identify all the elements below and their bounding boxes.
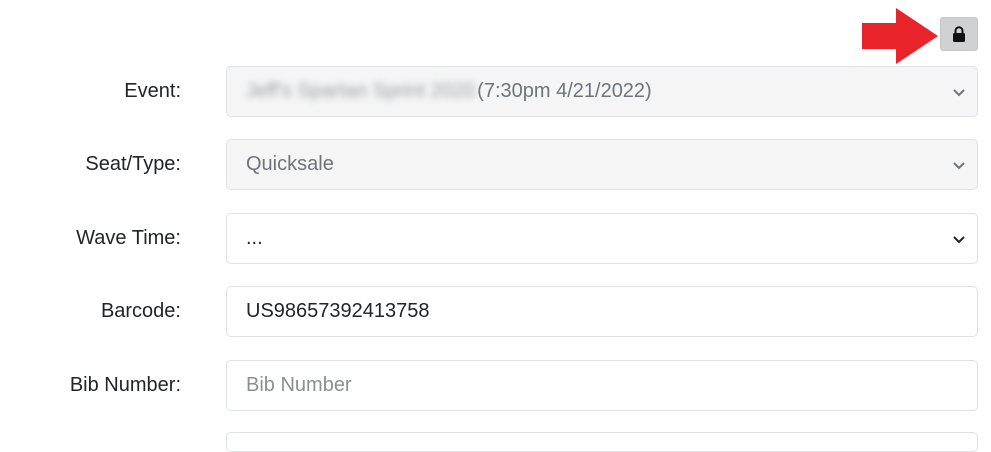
event-time: (7:30pm 4/21/2022) [477,80,652,102]
bib-number-row: Bib Number: Bib Number [0,360,991,411]
barcode-input[interactable]: US98657392413758 [226,286,978,337]
chevron-down-icon [953,161,965,169]
bib-number-input[interactable]: Bib Number [226,360,978,411]
seat-type-select[interactable]: Quicksale [226,139,978,190]
red-arrow-indicator [862,8,938,64]
chevron-down-icon [953,88,965,96]
event-select[interactable]: Jeff's Spartan Sprint 2020 (7:30pm 4/21/… [226,66,978,117]
wave-time-value: ... [246,227,263,249]
event-label: Event: [124,80,181,102]
seat-type-value: Quicksale [246,153,334,175]
wave-time-row: Wave Time: ... [0,213,991,264]
chevron-down-icon [953,235,965,243]
barcode-value: US98657392413758 [246,300,430,322]
barcode-label: Barcode: [100,300,181,322]
bib-number-placeholder: Bib Number [246,374,352,396]
next-field-partial[interactable] [226,432,978,452]
event-row: Event: Jeff's Spartan Sprint 2020 (7:30p… [0,66,991,117]
bib-number-label: Bib Number: [69,374,181,396]
lock-button[interactable] [940,17,978,51]
wave-time-label: Wave Time: [76,227,181,249]
seat-type-label: Seat/Type: [85,153,181,175]
lock-icon [953,26,965,42]
barcode-row: Barcode: US98657392413758 [0,286,991,337]
event-name-blurred: Jeff's Spartan Sprint 2020 [246,80,476,102]
seat-type-row: Seat/Type: Quicksale [0,139,991,190]
wave-time-select[interactable]: ... [226,213,978,264]
